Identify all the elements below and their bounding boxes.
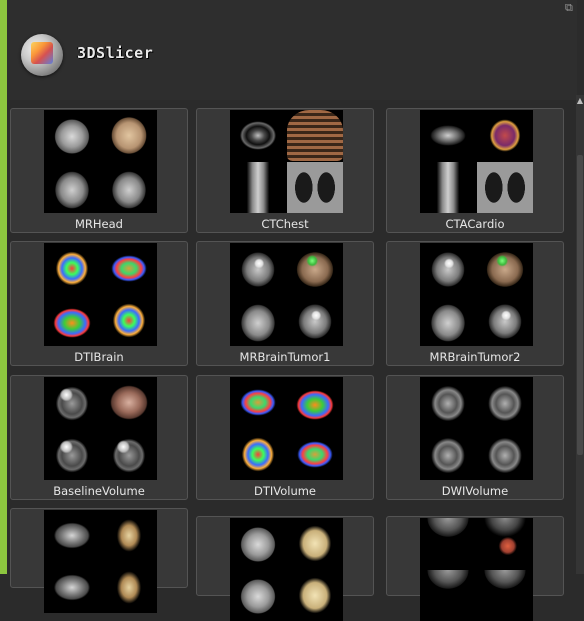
sample-label: DTIBrain xyxy=(74,350,124,364)
sample-tile-dtibrain[interactable]: DTIBrain xyxy=(10,241,188,366)
sample-label: MRHead xyxy=(75,217,123,231)
scroll-thumb[interactable] xyxy=(577,155,583,455)
accent-bar xyxy=(0,0,7,574)
sample-tile-ctabdomen[interactable] xyxy=(10,508,188,613)
scroll-up-icon[interactable]: ▲ xyxy=(576,95,584,107)
sample-thumbnail xyxy=(420,377,533,480)
sample-thumbnail xyxy=(44,110,157,213)
sample-label: MRBrainTumor2 xyxy=(429,350,521,364)
sample-tile-ultrasound[interactable] xyxy=(386,516,564,621)
sample-tile-ctskull[interactable] xyxy=(196,516,374,621)
sample-thumbnail xyxy=(420,110,533,213)
undock-icon[interactable]: ⧉ xyxy=(565,2,573,13)
sample-thumbnail xyxy=(230,243,343,346)
sample-tile-mrhead[interactable]: MRHead xyxy=(10,108,188,233)
sample-tile-ctacardio[interactable]: CTACardio xyxy=(386,108,564,233)
sample-label: DWIVolume xyxy=(441,484,509,498)
sample-tile-mrbraintumor1[interactable]: MRBrainTumor1 xyxy=(196,241,374,366)
sample-label: BaselineVolume xyxy=(53,484,145,498)
module-header: 3DSlicer xyxy=(7,0,577,100)
sample-thumbnail xyxy=(230,377,343,480)
sample-label: MRBrainTumor1 xyxy=(239,350,331,364)
sample-label: DTIVolume xyxy=(253,484,317,498)
sample-tile-mrbraintumor2[interactable]: MRBrainTumor2 xyxy=(386,241,564,366)
sample-label: CTACardio xyxy=(445,217,505,231)
sample-tile-ctchest[interactable]: CTChest xyxy=(196,108,374,233)
sample-thumbnail xyxy=(420,518,533,621)
sample-tile-dwivolume[interactable]: DWIVolume xyxy=(386,375,564,500)
sample-label: CTChest xyxy=(261,217,309,231)
vertical-scrollbar[interactable]: ▲ xyxy=(576,95,584,574)
sample-thumbnail xyxy=(420,243,533,346)
slicer-logo-icon xyxy=(21,34,63,76)
sample-tile-dtivolume[interactable]: DTIVolume xyxy=(196,375,374,500)
sample-thumbnail xyxy=(44,510,157,613)
sample-thumbnail xyxy=(44,243,157,346)
app-brand: 3DSlicer xyxy=(77,44,154,62)
sample-tile-baselinevolume[interactable]: BaselineVolume xyxy=(10,375,188,500)
sample-thumbnail xyxy=(230,110,343,213)
sample-thumbnail xyxy=(230,518,343,621)
sample-thumbnail xyxy=(44,377,157,480)
